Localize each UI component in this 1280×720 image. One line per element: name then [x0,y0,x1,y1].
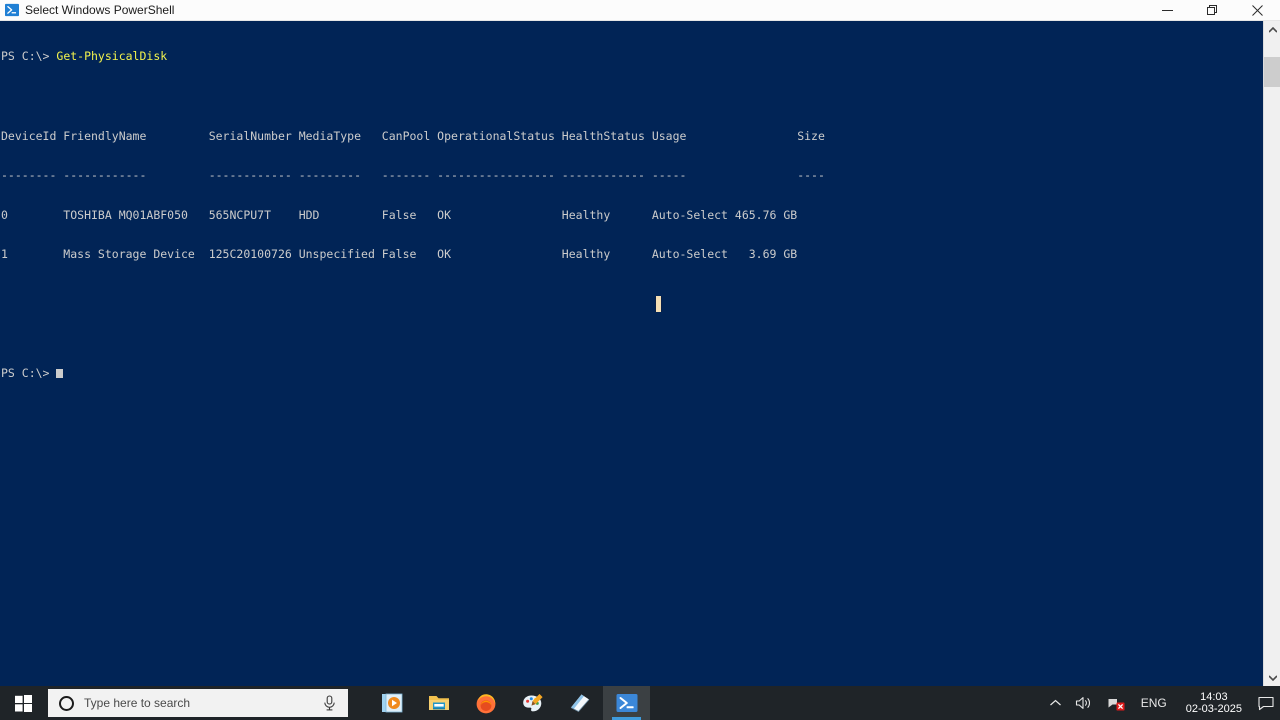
scrollbar-track[interactable] [1264,38,1280,669]
language-indicator[interactable]: ENG [1132,686,1176,720]
taskbar-item-firefox[interactable] [462,686,509,720]
table-row: 0 TOSHIBA MQ01ABF050 565NCPU7T HDD False… [1,207,798,222]
microphone-icon[interactable] [322,695,337,711]
sticky-notes-icon [570,694,589,713]
search-input[interactable]: Type here to search [48,689,348,717]
console-output-area[interactable]: PS C:\> Get-PhysicalDisk DeviceId Friend… [0,21,1263,686]
table-header-row: DeviceId FriendlyName SerialNumber Media… [1,128,825,143]
clock-time: 14:03 [1200,691,1228,703]
scrollbar-thumb[interactable] [1264,57,1280,87]
clock-date: 02-03-2025 [1185,703,1242,715]
scroll-up-button[interactable] [1264,21,1280,38]
clock[interactable]: 14:03 02-03-2025 [1176,686,1252,720]
taskbar-item-windows-powershell[interactable] [603,686,650,720]
powershell-window: Select Windows PowerShell PS C:\> Get-Ph… [0,0,1280,686]
taskbar-app-buttons [368,686,650,720]
network-disconnected-icon [1108,699,1125,711]
action-center-button[interactable] [1252,686,1280,720]
title-bar[interactable]: Select Windows PowerShell [0,0,1280,21]
window-controls [1145,0,1280,21]
action-center-icon [1258,696,1274,710]
close-button[interactable] [1235,0,1280,21]
taskbar-item-sticky-notes[interactable] [556,686,603,720]
taskbar-item-paint[interactable] [509,686,556,720]
search-placeholder: Type here to search [84,696,191,710]
start-button[interactable] [0,686,46,720]
table-row: 1 Mass Storage Device 125C20100726 Unspe… [1,247,798,262]
system-tray: ENG 14:03 02-03-2025 [1043,686,1280,720]
command-line: PS C:\> Get-PhysicalDisk [1,50,1263,63]
mouse-text-cursor [655,296,662,312]
table-separator-row: -------- ------------ ------------ -----… [1,168,825,183]
powershell-icon [5,3,19,17]
speaker-icon [1075,697,1090,709]
window-title: Select Windows PowerShell [25,2,175,17]
prompt-text: PS C:\> [1,366,57,381]
scroll-down-button[interactable] [1264,669,1280,686]
active-prompt-line: PS C:\> [1,367,1263,380]
chevron-down-icon [1268,674,1277,681]
console-scrollbar[interactable] [1263,21,1280,686]
taskbar-item-file-explorer[interactable] [415,686,462,720]
maximize-restore-button[interactable] [1190,0,1235,21]
media-player-icon [381,693,402,713]
restore-icon [1207,4,1217,15]
powershell-taskbar-icon [616,694,637,712]
chevron-up-icon [1049,699,1061,706]
file-explorer-icon [428,696,449,710]
text-caret [56,369,64,379]
windows-logo-icon [14,694,32,712]
paint-icon [522,694,543,712]
taskbar-item-media-player[interactable] [368,686,415,720]
volume-button[interactable] [1068,686,1100,720]
close-icon [1252,4,1263,16]
show-hidden-icons-button[interactable] [1043,686,1068,720]
typed-command: Get-PhysicalDisk [56,49,168,64]
minimize-icon [1162,9,1173,11]
search-circle-icon [59,695,74,711]
chevron-up-icon [1268,26,1277,33]
prompt-text: PS C:\> [1,49,57,64]
minimize-button[interactable] [1145,0,1190,21]
firefox-icon [476,694,495,714]
taskbar: Type here to search ENG 14:03 02-03-2025 [0,686,1280,720]
network-button[interactable] [1100,686,1132,720]
